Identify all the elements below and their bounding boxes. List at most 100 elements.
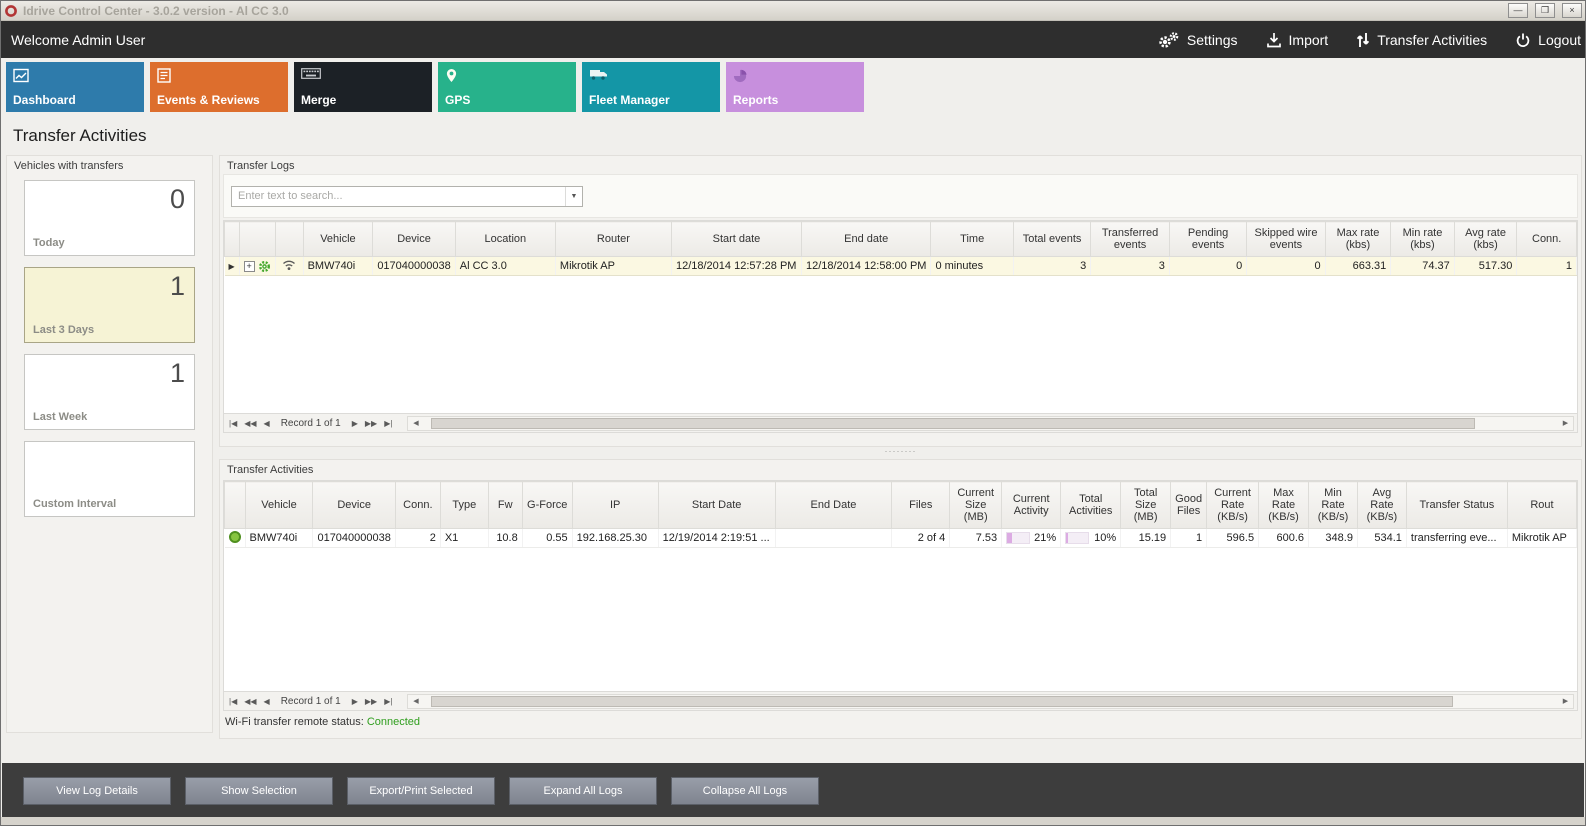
- logs-col-total-events[interactable]: Total events: [1013, 222, 1090, 257]
- settings-button[interactable]: Settings: [1156, 31, 1238, 49]
- tab-events-reviews-label: Events & Reviews: [157, 93, 260, 107]
- minimize-button[interactable]: —: [1508, 3, 1528, 18]
- logs-col-vehicle[interactable]: Vehicle: [303, 222, 373, 257]
- acts-col-ip[interactable]: IP: [572, 482, 658, 529]
- logs-col-avg-rate[interactable]: Avg rate (kbs): [1454, 222, 1517, 257]
- acts-col-conn[interactable]: Conn.: [395, 482, 440, 529]
- scroll-left-icon[interactable]: ◀: [408, 419, 423, 427]
- filter-card-custom-interval[interactable]: Custom Interval: [24, 441, 195, 517]
- act-current-rate: 596.5: [1207, 529, 1259, 548]
- pager-first-button[interactable]: |◀: [227, 697, 239, 706]
- log-location: Al CC 3.0: [455, 257, 555, 276]
- acts-col-current-rate[interactable]: Current Rate (KB/s): [1207, 482, 1259, 529]
- logs-col-skipped-wire-events[interactable]: Skipped wire events: [1247, 222, 1325, 257]
- footer-toolbar: View Log Details Show Selection Export/P…: [2, 763, 1584, 819]
- activities-scroll-track[interactable]: [423, 695, 1558, 708]
- acts-col-fw[interactable]: Fw: [488, 482, 522, 529]
- pager-next-group-button[interactable]: ▶▶: [363, 419, 379, 428]
- logs-col-transferred-events[interactable]: Transferred events: [1091, 222, 1170, 257]
- acts-col-good-files[interactable]: Good Files: [1171, 482, 1207, 529]
- acts-col-total-activities[interactable]: Total Activities: [1061, 482, 1121, 529]
- activities-scroll-thumb[interactable]: [431, 696, 1452, 707]
- logs-col-pending-events[interactable]: Pending events: [1169, 222, 1246, 257]
- acts-col-max-rate[interactable]: Max Rate (KB/s): [1259, 482, 1309, 529]
- acts-col-transfer-status[interactable]: Transfer Status: [1406, 482, 1507, 529]
- logs-col-device[interactable]: Device: [373, 222, 455, 257]
- pager-prev-group-button[interactable]: ◀◀: [242, 419, 258, 428]
- logs-col-end-date[interactable]: End date: [801, 222, 930, 257]
- tab-reports[interactable]: Reports: [726, 62, 864, 112]
- search-input[interactable]: [232, 187, 565, 206]
- page-title: Transfer Activities: [1, 112, 1585, 146]
- expand-row-icon[interactable]: +: [244, 261, 255, 272]
- close-button[interactable]: ×: [1562, 3, 1582, 18]
- show-selection-button[interactable]: Show Selection: [185, 777, 333, 805]
- tab-events-reviews[interactable]: Events & Reviews: [150, 62, 288, 112]
- logs-col-time[interactable]: Time: [931, 222, 1014, 257]
- logs-col-router[interactable]: Router: [555, 222, 671, 257]
- tab-merge[interactable]: Merge: [294, 62, 432, 112]
- logs-col-conn[interactable]: Conn.: [1517, 222, 1577, 257]
- pager-prev-group-button[interactable]: ◀◀: [242, 697, 258, 706]
- pager-last-button[interactable]: ▶|: [382, 419, 394, 428]
- reports-pie-icon: [733, 68, 748, 83]
- view-log-details-button[interactable]: View Log Details: [23, 777, 171, 805]
- transfer-activities-title: Transfer Activities: [220, 460, 1581, 478]
- transfer-activity-row[interactable]: BMW740i 017040000038 2 X1 10.8 0.55 192.…: [225, 529, 1577, 548]
- scroll-right-icon[interactable]: ▶: [1558, 697, 1573, 705]
- acts-col-avg-rate[interactable]: Avg Rate (KB/s): [1357, 482, 1406, 529]
- logs-scroll-track[interactable]: [423, 417, 1558, 430]
- acts-col-current-activity[interactable]: Current Activity: [1002, 482, 1061, 529]
- log-skipped-wire-events: 0: [1247, 257, 1325, 276]
- acts-col-start-date[interactable]: Start Date: [658, 482, 775, 529]
- last-3-days-count: 1: [170, 271, 185, 302]
- transfer-activities-grid: Vehicle Device Conn. Type Fw G-Force IP …: [223, 480, 1578, 692]
- logs-horizontal-scrollbar[interactable]: ◀ ▶: [407, 416, 1574, 431]
- export-print-selected-button[interactable]: Export/Print Selected: [347, 777, 495, 805]
- dropdown-arrow-icon[interactable]: ▼: [565, 187, 582, 206]
- logs-col-max-rate[interactable]: Max rate (kbs): [1325, 222, 1391, 257]
- acts-col-files[interactable]: Files: [892, 482, 950, 529]
- logs-col-location[interactable]: Location: [455, 222, 555, 257]
- act-current-size: 7.53: [950, 529, 1002, 548]
- transfer-activities-button[interactable]: Transfer Activities: [1356, 32, 1487, 48]
- tab-dashboard[interactable]: Dashboard: [6, 62, 144, 112]
- import-button[interactable]: Import: [1266, 32, 1329, 48]
- maximize-button[interactable]: ❒: [1535, 3, 1555, 18]
- scroll-left-icon[interactable]: ◀: [408, 697, 423, 705]
- scroll-right-icon[interactable]: ▶: [1558, 419, 1573, 427]
- collapse-all-logs-button[interactable]: Collapse All Logs: [671, 777, 819, 805]
- logs-col-start-date[interactable]: Start date: [671, 222, 801, 257]
- acts-col-gforce[interactable]: G-Force: [522, 482, 572, 529]
- tab-fleet-manager[interactable]: Fleet Manager: [582, 62, 720, 112]
- pager-last-button[interactable]: ▶|: [382, 697, 394, 706]
- panel-splitter[interactable]: ········: [219, 448, 1582, 457]
- acts-col-device[interactable]: Device: [313, 482, 395, 529]
- acts-col-min-rate[interactable]: Min Rate (KB/s): [1309, 482, 1358, 529]
- pager-next-group-button[interactable]: ▶▶: [363, 697, 379, 706]
- pager-next-button[interactable]: ▶: [350, 697, 360, 706]
- acts-col-end-date[interactable]: End Date: [775, 482, 892, 529]
- acts-col-total-size[interactable]: Total Size (MB): [1121, 482, 1171, 529]
- filter-card-today[interactable]: 0 Today: [24, 180, 195, 256]
- pager-prev-button[interactable]: ◀: [262, 697, 272, 706]
- acts-col-current-size[interactable]: Current Size (MB): [950, 482, 1002, 529]
- filter-card-last-week[interactable]: 1 Last Week: [24, 354, 195, 430]
- activities-pager: |◀ ◀◀ ◀ Record 1 of 1 ▶ ▶▶ ▶| ◀ ▶: [223, 692, 1578, 711]
- filter-card-last-3-days[interactable]: 1 Last 3 Days: [24, 267, 195, 343]
- window-bottom-edge: [1, 817, 1585, 825]
- pager-first-button[interactable]: |◀: [227, 419, 239, 428]
- acts-col-type[interactable]: Type: [440, 482, 488, 529]
- pager-next-button[interactable]: ▶: [350, 419, 360, 428]
- logs-col-min-rate[interactable]: Min rate (kbs): [1391, 222, 1455, 257]
- activities-horizontal-scrollbar[interactable]: ◀ ▶: [407, 694, 1574, 709]
- pager-prev-button[interactable]: ◀: [262, 419, 272, 428]
- acts-col-vehicle[interactable]: Vehicle: [245, 482, 313, 529]
- logout-button[interactable]: Logout: [1515, 32, 1581, 48]
- tab-gps[interactable]: GPS: [438, 62, 576, 112]
- transfer-log-row[interactable]: ▶ + B: [225, 257, 1577, 276]
- act-fw: 10.8: [488, 529, 522, 548]
- expand-all-logs-button[interactable]: Expand All Logs: [509, 777, 657, 805]
- acts-col-router[interactable]: Rout: [1507, 482, 1576, 529]
- logs-scroll-thumb[interactable]: [431, 418, 1475, 429]
